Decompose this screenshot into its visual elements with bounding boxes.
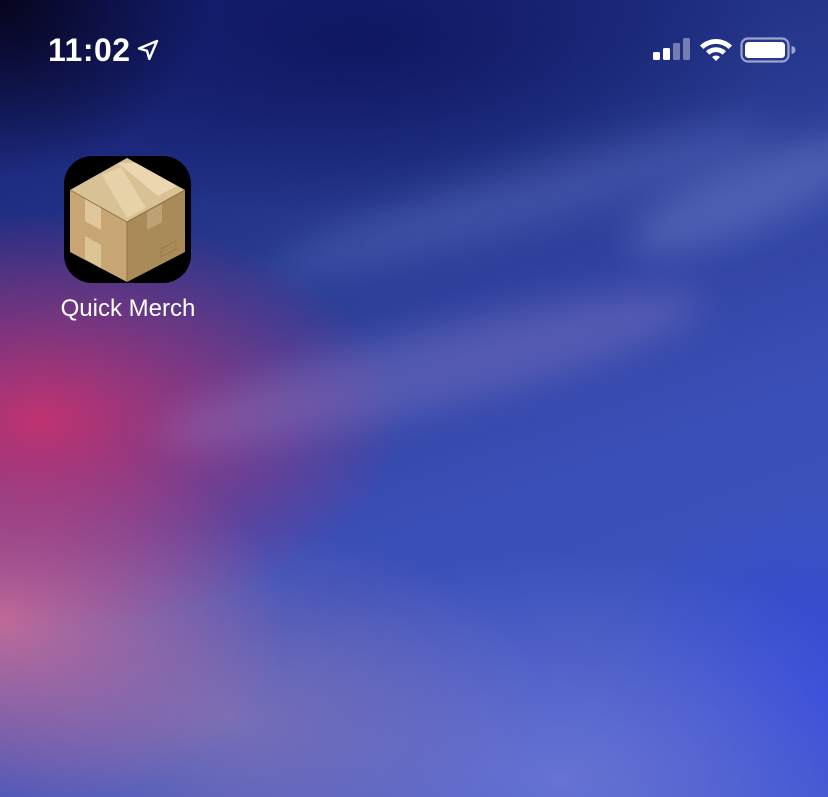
battery-icon [740, 36, 796, 64]
location-arrow-icon [136, 38, 160, 62]
home-screen-wallpaper [0, 0, 828, 797]
wallpaper-light-streak [261, 99, 779, 301]
status-bar: 11:02 [0, 0, 828, 100]
cardboard-box-icon [69, 158, 186, 282]
app-quick-merch[interactable]: Quick Merch [48, 155, 208, 330]
wallpaper-light-streak [148, 263, 712, 477]
cellular-signal-icon [652, 38, 692, 62]
app-label: Quick Merch [60, 295, 196, 322]
wallpaper-light-streak [616, 113, 828, 277]
status-time: 11:02 [48, 32, 131, 68]
wifi-icon [698, 35, 734, 63]
app-icon-tile [64, 156, 191, 283]
